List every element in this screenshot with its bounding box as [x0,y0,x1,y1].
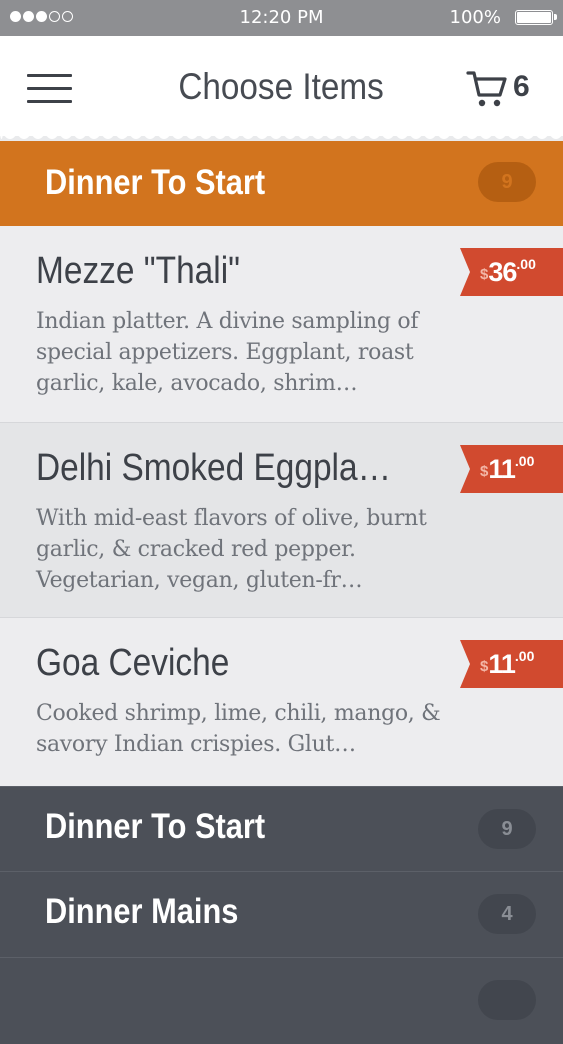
price-cents: .00 [514,453,535,469]
cart-count: 6 [513,70,530,103]
cart-button[interactable]: 6 [466,68,540,110]
category-count-badge: 9 [478,809,536,849]
active-category-header[interactable]: Dinner To Start 9 [0,141,563,226]
menu-item[interactable]: Goa Ceviche Cooked shrimp, lime, chili, … [0,618,563,787]
category-label: Dinner To Start [45,163,266,202]
price-amount: 11 [488,454,516,484]
menu-item[interactable]: Mezze "Thali" Indian platter. A divine s… [0,226,563,423]
price-tag: $36.00 [460,248,563,296]
price-tag: $11.00 [460,640,563,688]
price-tag: $11.00 [460,445,563,493]
app-header: Choose Items 6 [0,36,563,136]
category-item[interactable]: Dinner Mains 4 [0,871,563,958]
item-description: Cooked shrimp, lime, chili, mango, & sav… [36,701,441,757]
battery-percent: 100% [449,7,501,28]
page-title: Choose Items [178,66,384,107]
item-description: With mid-east flavors of olive, burnt ga… [36,506,427,593]
item-name: Mezze "Thali" [36,250,241,292]
price-cents: .00 [516,256,536,272]
battery-icon [515,10,557,25]
item-description: Indian platter. A divine sampling of spe… [36,309,419,396]
category-count-badge: 4 [478,894,536,934]
category-item[interactable] [0,957,563,1044]
category-count-badge [478,980,536,1020]
category-item[interactable]: Dinner To Start 9 [0,786,563,873]
category-label: Dinner To Start [45,807,266,846]
price-cents: .00 [514,648,535,664]
price-amount: 11 [488,649,516,679]
price-amount: 36 [488,257,517,287]
category-label: Dinner Mains [45,892,239,931]
cart-icon [466,71,507,107]
menu-item[interactable]: Delhi Smoked Eggpla… With mid-east flavo… [0,423,563,618]
item-name: Delhi Smoked Eggpla… [36,447,392,489]
category-count-badge: 9 [478,162,536,202]
status-bar: 12:20 PM 100% [0,0,563,36]
item-name: Goa Ceviche [36,642,230,684]
